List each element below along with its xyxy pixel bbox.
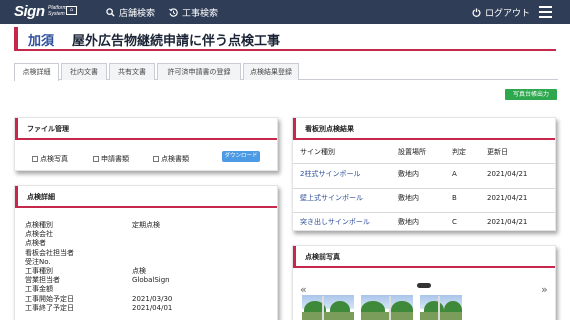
detail-label: 工事終了予定日 bbox=[25, 303, 74, 312]
sign-type-link[interactable]: 突き出しサインポール bbox=[300, 218, 370, 227]
table-row-divider bbox=[293, 188, 555, 189]
photo-next-arrow-icon[interactable]: » bbox=[541, 283, 548, 296]
detail-label: 営業担当者 bbox=[25, 276, 60, 285]
inspection-details-card: 点検詳細 点検種別 定期点検点検会社 点検者 看板会社担当者 受注No. 工事種別 点検営業… bbox=[14, 185, 278, 320]
detail-label: 点検種別 bbox=[25, 221, 53, 229]
hamburger-menu-icon[interactable] bbox=[539, 6, 552, 18]
column-header-judgement: 判定 bbox=[452, 148, 466, 156]
checkbox-icon[interactable] bbox=[153, 156, 159, 162]
search-icon bbox=[106, 7, 115, 17]
updated-date-cell: 2021/04/21 bbox=[487, 170, 528, 178]
store-badge: 加須 bbox=[28, 34, 55, 49]
detail-label: 点検会社 bbox=[25, 230, 53, 239]
table-row-divider bbox=[293, 212, 555, 213]
detail-label: 受注No. bbox=[25, 257, 51, 266]
checkbox-inspection-photos[interactable]: 点検写真 bbox=[32, 154, 68, 164]
detail-value: 点検 bbox=[132, 267, 146, 275]
updated-date-cell: 2021/04/21 bbox=[487, 194, 528, 202]
detail-label: 工事金額 bbox=[25, 285, 53, 294]
checkbox-inspection-documents[interactable]: 点検書類 bbox=[153, 154, 189, 164]
logout-label: ログアウト bbox=[485, 8, 531, 19]
logo-sub-text: Platform System bbox=[48, 5, 67, 17]
inspection-photo-thumbnail[interactable] bbox=[361, 295, 413, 320]
file-management-card: ファイル管理 点検写真 申請書類 点検書類 ダウンロード bbox=[14, 117, 278, 171]
tab-shared-documents[interactable]: 共有文書 bbox=[109, 63, 155, 80]
logo-main-text: Sign bbox=[14, 3, 45, 20]
detail-value: 2021/04/01 bbox=[132, 303, 173, 312]
inspection-details-title: 点検詳細 bbox=[15, 186, 277, 208]
inspection-photo-thumbnail[interactable] bbox=[302, 295, 354, 320]
sign-platform-logo[interactable]: Sign Platform System ⌂ bbox=[14, 3, 78, 21]
carousel-indicator[interactable] bbox=[417, 283, 431, 288]
detail-label: 看板会社担当者 bbox=[25, 248, 74, 257]
construction-search-label: 工事検索 bbox=[182, 8, 219, 19]
history-icon bbox=[169, 7, 178, 17]
detail-value: 2021/03/30 bbox=[132, 294, 173, 303]
table-row-divider bbox=[293, 163, 555, 164]
download-button[interactable]: ダウンロード bbox=[222, 151, 260, 162]
construction-search-link[interactable]: 工事検索 bbox=[169, 0, 218, 24]
tab-internal-documents[interactable]: 社内文書 bbox=[61, 63, 107, 80]
column-header-updated: 更新日 bbox=[487, 148, 508, 156]
store-search-link[interactable]: 店舗検索 bbox=[106, 0, 155, 24]
power-icon bbox=[472, 7, 481, 17]
judgement-cell: B bbox=[452, 194, 457, 202]
location-cell: 敷地内 bbox=[398, 194, 419, 202]
tab-bar: 点検詳細 社内文書 共有文書 許可済申請書の登録 点検結果登録 bbox=[14, 63, 558, 81]
checkbox-icon[interactable] bbox=[93, 156, 99, 162]
page-title: 屋外広告物継続申請に伴う点検工事 bbox=[72, 34, 281, 49]
detail-label: 点検者 bbox=[25, 239, 46, 248]
store-search-label: 店舗検索 bbox=[119, 8, 156, 19]
column-header-location: 設置場所 bbox=[398, 148, 426, 156]
updated-date-cell: 2021/04/21 bbox=[487, 218, 528, 226]
detail-value: GlobalSign bbox=[132, 276, 170, 285]
inspection-photo-thumbnail[interactable] bbox=[420, 295, 462, 320]
detail-label: 工事開始予定日 bbox=[25, 294, 74, 303]
location-cell: 敷地内 bbox=[398, 218, 419, 226]
tab-register-inspection-results[interactable]: 点検結果登録 bbox=[243, 63, 299, 80]
sign-results-title: 看板別点検結果 bbox=[293, 118, 555, 140]
page-title-bar: 加須 屋外広告物継続申請に伴う点検工事 bbox=[14, 27, 556, 51]
logo-box-icon: ⌂ bbox=[66, 6, 77, 15]
judgement-cell: A bbox=[452, 170, 457, 178]
sign-type-link[interactable]: 壁上式サインポール bbox=[300, 194, 363, 203]
logout-button[interactable]: ログアウト bbox=[472, 0, 530, 24]
sign-type-link[interactable]: 2柱式サインポール bbox=[300, 170, 360, 179]
judgement-cell: C bbox=[452, 218, 457, 226]
photo-ledger-export-button[interactable]: 写真台帳出力 bbox=[505, 89, 557, 100]
checkbox-icon[interactable] bbox=[32, 156, 38, 162]
tab-register-approved-application[interactable]: 許可済申請書の登録 bbox=[157, 63, 241, 80]
top-navigation-bar: Sign Platform System ⌂ 店舗検索 工事検索 ログアウト bbox=[0, 0, 570, 24]
detail-label: 工事種別 bbox=[25, 267, 53, 275]
location-cell: 敷地内 bbox=[398, 170, 419, 178]
detail-value: 定期点検 bbox=[132, 221, 160, 229]
sign-inspection-results-card: 看板別点検結果 サイン種別 設置場所 判定 更新日 2柱式サインポール 敷地内 A 2… bbox=[292, 117, 556, 231]
column-header-sign-type: サイン種別 bbox=[300, 148, 335, 156]
tab-inspection-details[interactable]: 点検詳細 bbox=[14, 63, 59, 81]
checkbox-application-documents[interactable]: 申請書類 bbox=[93, 154, 129, 164]
photos-title: 点検前写真 bbox=[293, 246, 555, 268]
file-management-title: ファイル管理 bbox=[15, 118, 277, 140]
